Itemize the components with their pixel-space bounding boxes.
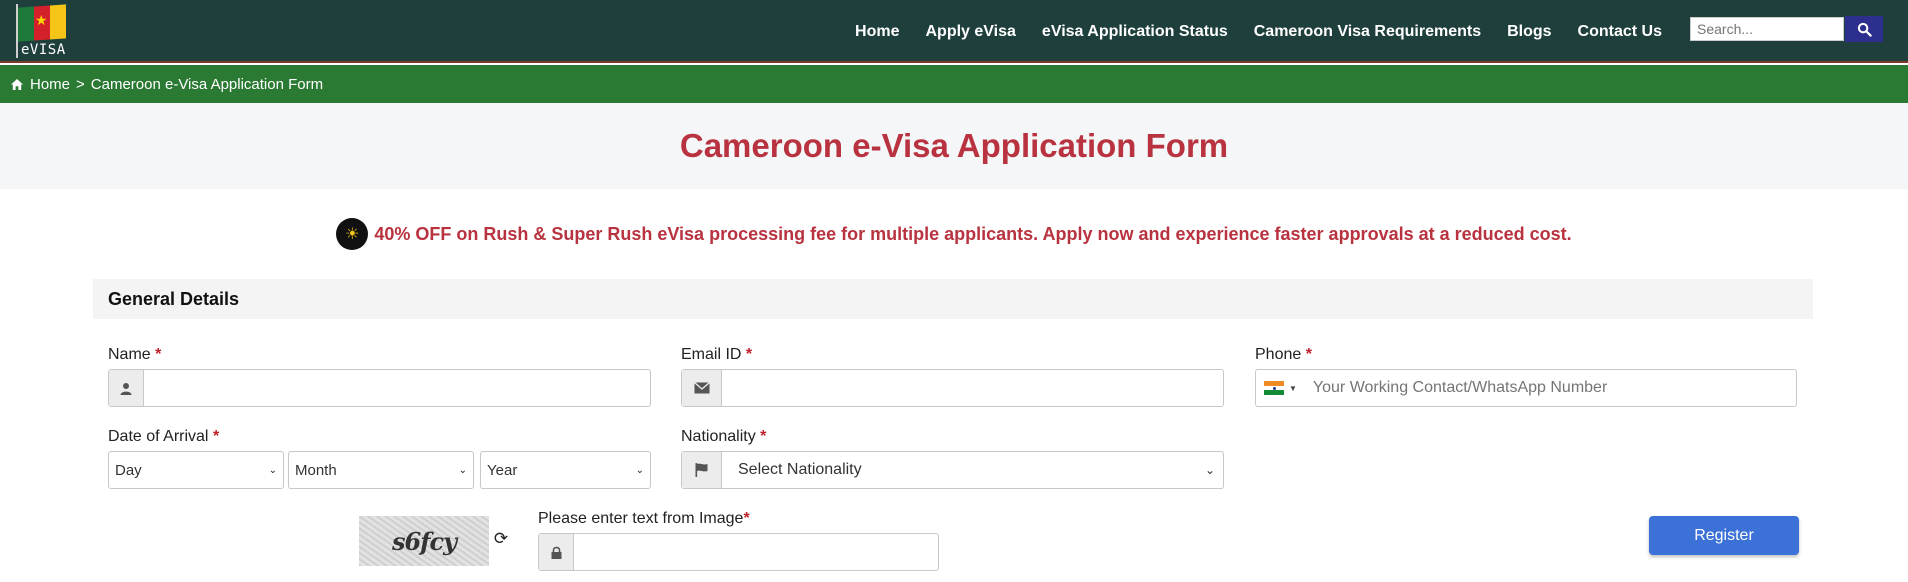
nav-contact-us[interactable]: Contact Us [1578, 23, 1662, 41]
captcha-input[interactable] [574, 534, 938, 570]
home-icon [11, 78, 23, 90]
arrival-month-select[interactable]: Month ⌄ [288, 451, 474, 489]
captcha-image: s6fcy [359, 516, 489, 566]
logo-text: eVISA [21, 42, 66, 58]
chevron-down-icon: ⌄ [635, 464, 644, 476]
name-label: Name * [108, 346, 162, 363]
breadcrumb-current: Cameroon e-Visa Application Form [90, 75, 324, 93]
arrival-day-value: Day [115, 461, 142, 479]
captcha-label: Please enter text from Image* [538, 510, 750, 527]
nationality-value: Select Nationality [738, 461, 862, 478]
india-flag-icon [1264, 381, 1284, 396]
nav-application-status[interactable]: eVisa Application Status [1042, 23, 1228, 41]
page-title: Cameroon e-Visa Application Form [679, 127, 1229, 164]
chevron-down-icon: ⌄ [1204, 463, 1215, 477]
chevron-down-icon: ⌄ [458, 464, 467, 476]
captcha-field[interactable] [538, 533, 939, 571]
nationality-field[interactable]: Select Nationality ⌄ [681, 451, 1224, 489]
flag-icon [682, 452, 722, 488]
arrival-month-value: Month [295, 461, 337, 479]
breadcrumb-separator: > [76, 75, 85, 93]
breadcrumb-home[interactable]: Home [30, 76, 70, 93]
name-input[interactable] [144, 370, 650, 406]
search-input[interactable] [1690, 17, 1844, 41]
lock-icon [539, 534, 574, 570]
star-icon: ★ [35, 12, 48, 28]
promo-banner: ☀ 40% OFF on Rush & Super Rush eVisa pro… [0, 218, 1908, 250]
search-button[interactable] [1845, 16, 1883, 42]
arrival-year-value: Year [487, 461, 518, 479]
chevron-down-icon: ⌄ [268, 464, 277, 476]
arrival-day-select[interactable]: Day ⌄ [108, 451, 284, 489]
phone-field[interactable]: ▼ [1255, 369, 1797, 407]
top-navbar: ★ eVISA Home Apply eVisa eVisa Applicati… [0, 0, 1908, 63]
evisa-logo[interactable]: ★ eVISA [16, 4, 72, 58]
nationality-label: Nationality * [681, 428, 767, 445]
sun-icon: ☀ [336, 218, 369, 250]
arrival-label: Date of Arrival * [108, 428, 220, 445]
breadcrumb: Home > Cameroon e-Visa Application Form [0, 65, 1908, 103]
email-label: Email ID * [681, 346, 753, 363]
search-icon [1857, 22, 1872, 37]
phone-label: Phone * [1255, 346, 1312, 363]
phone-input[interactable] [1306, 379, 1796, 397]
promo-message: 40% OFF on Rush & Super Rush eVisa proce… [374, 223, 1572, 244]
nationality-select[interactable]: Select Nationality ⌄ [722, 452, 1223, 488]
chevron-down-icon: ▼ [1289, 383, 1297, 393]
main-nav: Home Apply eVisa eVisa Application Statu… [855, 0, 1662, 63]
section-title: General Details [93, 279, 1813, 319]
email-input[interactable] [722, 370, 1223, 406]
nav-home[interactable]: Home [855, 23, 899, 41]
page-header: Cameroon e-Visa Application Form [0, 103, 1908, 189]
envelope-icon [682, 370, 722, 406]
name-field[interactable] [108, 369, 651, 407]
refresh-icon[interactable]: ⟳ [492, 529, 510, 549]
nav-visa-requirements[interactable]: Cameroon Visa Requirements [1254, 23, 1481, 41]
nav-apply-evisa[interactable]: Apply eVisa [926, 23, 1016, 41]
register-button[interactable]: Register [1649, 516, 1799, 555]
user-icon [109, 370, 144, 406]
nav-blogs[interactable]: Blogs [1507, 23, 1551, 41]
email-field[interactable] [681, 369, 1224, 407]
country-code-picker[interactable]: ▼ [1256, 381, 1307, 396]
arrival-year-select[interactable]: Year ⌄ [480, 451, 651, 489]
